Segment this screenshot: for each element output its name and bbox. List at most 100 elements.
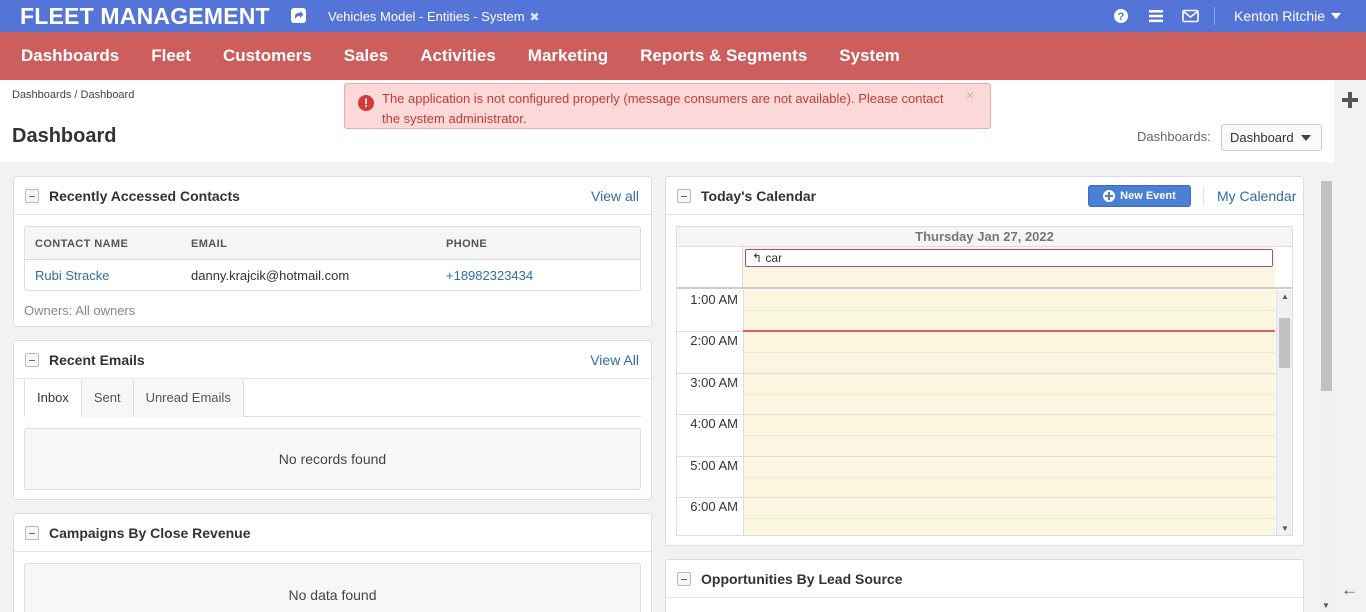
- view-all-link[interactable]: View all: [591, 188, 639, 204]
- close-icon[interactable]: ×: [966, 87, 974, 103]
- nav-item-sales[interactable]: Sales: [328, 32, 404, 80]
- half-hour-line: [743, 477, 1275, 478]
- shortcut-icon[interactable]: [291, 8, 306, 23]
- breadcrumb-item-dashboards[interactable]: Dashboards: [12, 89, 71, 101]
- dashboards-select[interactable]: Dashboard: [1221, 124, 1322, 151]
- widget-title: Campaigns By Close Revenue: [49, 525, 251, 541]
- caret-down-icon[interactable]: [1331, 13, 1342, 19]
- app-logo[interactable]: FLEET MANAGEMENT: [20, 3, 270, 30]
- breadcrumb-separator: /: [74, 89, 78, 101]
- arrow-left-icon[interactable]: ←: [1341, 580, 1358, 600]
- column-header-phone: PHONE: [446, 238, 488, 250]
- hour-label: 6:00 AM: [690, 499, 738, 514]
- half-hour-line: [743, 518, 1275, 519]
- day-column[interactable]: [743, 290, 1275, 535]
- collapse-icon[interactable]: [25, 189, 39, 203]
- tab-unread-emails[interactable]: Unread Emails: [133, 380, 244, 417]
- recent-contacts-widget: Recently Accessed Contacts View all CONT…: [13, 176, 652, 327]
- calendar-scrollbar[interactable]: ▲ ▼: [1276, 290, 1292, 535]
- collapse-icon[interactable]: [25, 353, 39, 367]
- breadcrumb: Dashboards / Dashboard: [12, 89, 134, 101]
- event-title: car: [765, 251, 783, 265]
- scrollbar-thumb[interactable]: [1321, 181, 1332, 391]
- nav-item-fleet[interactable]: Fleet: [135, 32, 207, 80]
- hour-line: [677, 414, 1275, 415]
- dashboards-select-value[interactable]: Dashboard: [1230, 130, 1294, 145]
- hour-label: 3:00 AM: [690, 375, 738, 390]
- help-icon[interactable]: ?: [1113, 8, 1129, 24]
- user-menu[interactable]: Kenton Ritchie: [1234, 8, 1342, 24]
- recent-emails-widget: Recent Emails View All Inbox Sent Unread…: [13, 340, 652, 500]
- time-grid[interactable]: 1:00 AM 2:00 AM 3:00 AM 4:00 AM 5:00 AM …: [677, 290, 1292, 535]
- pinned-tab[interactable]: Vehicles Model - Entities - System ✖: [328, 9, 540, 24]
- contacts-table: CONTACT NAME EMAIL PHONE Rubi Stracke da…: [24, 226, 641, 291]
- tab-inbox[interactable]: Inbox: [24, 380, 82, 417]
- contact-phone-link[interactable]: +18982323434: [446, 268, 533, 283]
- half-hour-line: [743, 310, 1275, 311]
- user-name[interactable]: Kenton Ritchie: [1234, 8, 1325, 24]
- collapse-icon[interactable]: [677, 572, 691, 586]
- tab-sent[interactable]: Sent: [81, 380, 134, 417]
- hour-label: 2:00 AM: [690, 333, 738, 348]
- widget-title: Recently Accessed Contacts: [49, 188, 240, 204]
- plus-circle-icon: [1103, 190, 1116, 202]
- empty-state: No data found: [24, 563, 641, 612]
- exclamation-icon: !: [358, 95, 374, 111]
- table-header: CONTACT NAME EMAIL PHONE: [25, 227, 640, 260]
- main-navigation: Dashboards Fleet Customers Sales Activit…: [0, 32, 1366, 80]
- nav-item-marketing[interactable]: Marketing: [512, 32, 624, 80]
- all-day-label-cell: [677, 247, 743, 287]
- day-calendar: Thursday Jan 27, 2022 ↰ car 1:00 AM 2:00…: [676, 226, 1293, 536]
- contact-email: danny.krajcik@hotmail.com: [191, 268, 350, 283]
- nav-item-customers[interactable]: Customers: [207, 32, 328, 80]
- hour-label: 1:00 AM: [690, 292, 738, 307]
- owners-filter-text: Owners: All owners: [24, 303, 136, 318]
- half-hour-line: [743, 435, 1275, 436]
- scrollbar-thumb[interactable]: [1279, 318, 1290, 368]
- hour-line: [677, 497, 1275, 498]
- column-header-contact-name: CONTACT NAME: [35, 238, 129, 250]
- calendar-widget: Today's Calendar New Event My Calendar T…: [665, 176, 1304, 546]
- nav-item-system[interactable]: System: [823, 32, 915, 80]
- nav-item-reports-segments[interactable]: Reports & Segments: [624, 32, 823, 80]
- opportunities-widget: Opportunities By Lead Source: [665, 559, 1304, 612]
- plus-icon[interactable]: [1342, 92, 1358, 108]
- all-day-row: ↰ car: [677, 247, 1292, 289]
- hour-line: [677, 373, 1275, 374]
- nav-item-dashboards[interactable]: Dashboards: [5, 32, 135, 80]
- contact-name-link[interactable]: Rubi Stracke: [35, 268, 109, 283]
- my-calendar-link[interactable]: My Calendar: [1217, 188, 1296, 204]
- email-tabs: Inbox Sent Unread Emails: [24, 380, 641, 417]
- mail-icon[interactable]: [1182, 8, 1199, 24]
- scroll-up-icon[interactable]: ▲: [1281, 292, 1289, 301]
- widget-header: Recently Accessed Contacts View all: [14, 177, 651, 215]
- caret-down-icon[interactable]: [1301, 135, 1311, 141]
- calendar-event[interactable]: ↰ car: [745, 249, 1273, 267]
- close-icon[interactable]: ✖: [530, 11, 540, 23]
- widget-header: Recent Emails View All: [14, 341, 651, 379]
- new-event-label: New Event: [1120, 190, 1176, 202]
- current-time-indicator: [743, 330, 1275, 332]
- table-row[interactable]: Rubi Stracke danny.krajcik@hotmail.com +…: [25, 260, 640, 291]
- menu-icon[interactable]: [1148, 8, 1164, 24]
- top-bar: FLEET MANAGEMENT Vehicles Model - Entiti…: [0, 0, 1366, 32]
- widget-header: Campaigns By Close Revenue: [14, 514, 651, 552]
- page-scrollbar[interactable]: ▼: [1318, 176, 1334, 612]
- widget-title: Opportunities By Lead Source: [701, 571, 903, 587]
- view-all-link[interactable]: View All: [590, 352, 639, 368]
- nav-item-activities[interactable]: Activities: [404, 32, 512, 80]
- new-event-button[interactable]: New Event: [1088, 185, 1191, 207]
- collapse-icon[interactable]: [25, 526, 39, 540]
- calendar-day-header: Thursday Jan 27, 2022: [677, 227, 1292, 247]
- widget-title: Recent Emails: [49, 352, 145, 368]
- page-title: Dashboard: [12, 125, 117, 147]
- widget-header: Today's Calendar New Event My Calendar: [666, 177, 1303, 215]
- collapse-icon[interactable]: [677, 189, 691, 203]
- scroll-down-icon[interactable]: ▼: [1281, 524, 1289, 533]
- half-hour-line: [743, 352, 1275, 353]
- topbar-divider: [1214, 7, 1215, 25]
- column-header-email: EMAIL: [191, 238, 228, 250]
- dashboards-select-label: Dashboards:: [1137, 129, 1211, 144]
- pinned-tab-label[interactable]: Vehicles Model - Entities - System: [328, 9, 525, 24]
- scroll-down-icon[interactable]: ▼: [1322, 601, 1330, 610]
